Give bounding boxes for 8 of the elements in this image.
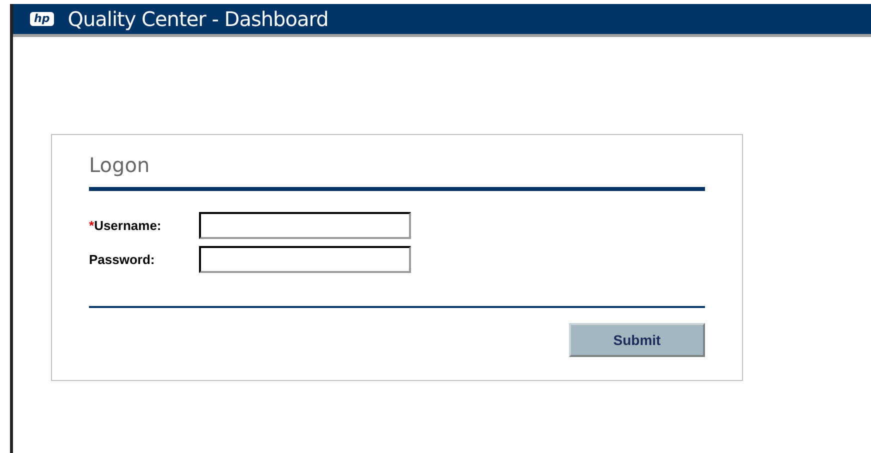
submit-button[interactable]: Submit: [569, 323, 705, 357]
field-label: *Username:: [89, 218, 162, 233]
panel-heading: Logon: [89, 153, 151, 179]
window-title: Quality Center - Dashboard: [68, 7, 328, 31]
input-field[interactable]: [199, 246, 411, 273]
field-label: Password:: [89, 252, 156, 267]
input-field[interactable]: [199, 212, 411, 239]
logo-icon: hp: [30, 12, 54, 26]
